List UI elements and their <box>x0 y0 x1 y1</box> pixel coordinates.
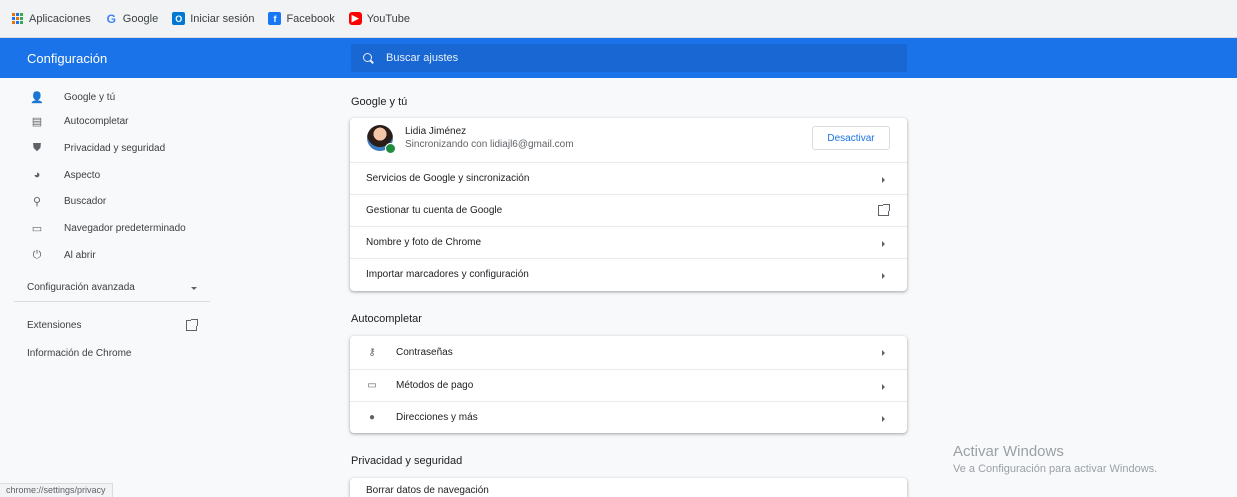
advanced-settings-toggle[interactable]: Configuración avanzada <box>27 282 197 293</box>
row-contrasenas[interactable]: ⚷ Contraseñas <box>350 336 907 368</box>
shield-icon: ⛊ <box>32 141 42 154</box>
row-importar-marcadores[interactable]: Importar marcadores y configuración <box>350 258 907 290</box>
sidebar-divider <box>14 301 210 302</box>
credit-card-icon: ▭ <box>367 380 377 391</box>
privacy-card: Borrar datos de navegación <box>350 478 907 497</box>
sidebar-item-informacion[interactable]: Información de Chrome <box>27 348 132 359</box>
section-title-privacidad: Privacidad y seguridad <box>351 455 463 467</box>
sidebar: 👤 Google y tú ▤ Autocompletar ⛊ Privacid… <box>0 78 212 497</box>
search-placeholder: Buscar ajustes <box>386 52 459 64</box>
chevron-down-icon <box>191 287 197 290</box>
facebook-icon: f <box>268 12 282 25</box>
chevron-right-icon <box>882 241 885 247</box>
sidebar-item-aspecto[interactable]: ◕ Aspecto <box>0 162 212 188</box>
row-metodos-pago[interactable]: ▭ Métodos de pago <box>350 369 907 401</box>
google-card: Lidia Jiménez Sincronizando con lidiajl6… <box>350 118 907 291</box>
sidebar-item-google-y-tu[interactable]: 👤 Google y tú <box>0 84 212 110</box>
open-in-new-icon <box>878 204 890 216</box>
sidebar-item-al-abrir[interactable]: ⏻ Al abrir <box>0 242 212 268</box>
power-icon: ⏻ <box>32 248 42 261</box>
profile-name: Lidia Jiménez <box>405 126 467 137</box>
apps-grid-icon <box>12 13 23 24</box>
search-icon <box>363 52 374 64</box>
avatar <box>367 125 396 154</box>
row-borrar-datos[interactable]: Borrar datos de navegación <box>350 478 907 497</box>
chevron-right-icon <box>882 350 885 356</box>
location-pin-icon: ● <box>368 412 376 423</box>
page-title: Configuración <box>27 51 108 66</box>
sidebar-item-autocompletar[interactable]: ▤ Autocompletar <box>0 108 212 134</box>
sidebar-item-buscador[interactable]: ⚲ Buscador <box>0 188 212 214</box>
chevron-right-icon <box>882 416 885 422</box>
autofill-card: ⚷ Contraseñas ▭ Métodos de pago ● Direcc… <box>350 336 907 433</box>
outlook-icon: O <box>172 12 186 25</box>
settings-header: Configuración Buscar ajustes <box>0 38 1237 78</box>
bookmark-youtube[interactable]: ▶ YouTube <box>348 12 410 25</box>
row-servicios-google[interactable]: Servicios de Google y sincronización <box>350 162 907 194</box>
person-icon: 👤 <box>30 91 44 104</box>
sidebar-item-navegador[interactable]: ▭ Navegador predeterminado <box>0 215 212 241</box>
open-in-new-icon <box>186 319 198 331</box>
sync-icon <box>385 143 396 154</box>
section-title-google: Google y tú <box>351 96 408 108</box>
chevron-right-icon <box>882 273 885 279</box>
key-icon: ⚷ <box>368 346 376 358</box>
search-icon: ⚲ <box>32 195 42 208</box>
profile-row: Lidia Jiménez Sincronizando con lidiajl6… <box>350 118 907 158</box>
profile-sync-status: Sincronizando con lidiajl6@gmail.com <box>405 139 574 150</box>
chevron-right-icon <box>882 384 885 390</box>
sidebar-item-privacidad[interactable]: ⛊ Privacidad y seguridad <box>0 135 212 161</box>
sidebar-item-extensiones[interactable]: Extensiones <box>27 319 198 331</box>
bookmarks-bar: Aplicaciones G Google O Iniciar sesión f… <box>0 0 1237 38</box>
disable-sync-button[interactable]: Desactivar <box>812 126 890 150</box>
search-input[interactable]: Buscar ajustes <box>351 44 907 72</box>
bookmark-facebook[interactable]: f Facebook <box>268 12 335 25</box>
palette-icon: ◕ <box>33 169 41 181</box>
row-gestionar-cuenta[interactable]: Gestionar tu cuenta de Google <box>350 194 907 226</box>
row-direcciones[interactable]: ● Direcciones y más <box>350 401 907 433</box>
youtube-icon: ▶ <box>348 12 362 25</box>
bookmark-apps[interactable]: Aplicaciones <box>12 13 91 25</box>
chevron-right-icon <box>882 177 885 183</box>
row-nombre-foto[interactable]: Nombre y foto de Chrome <box>350 226 907 258</box>
section-title-autocompletar: Autocompletar <box>351 313 422 325</box>
bookmark-google[interactable]: G Google <box>105 11 159 26</box>
clipboard-icon: ▤ <box>31 115 43 128</box>
status-url: chrome://settings/privacy <box>0 483 113 497</box>
bookmark-iniciar-sesion[interactable]: O Iniciar sesión <box>172 12 254 25</box>
windows-activation-watermark: Activar Windows Ve a Configuración para … <box>953 443 1158 475</box>
google-icon: G <box>106 11 116 26</box>
browser-icon: ▭ <box>31 222 43 235</box>
